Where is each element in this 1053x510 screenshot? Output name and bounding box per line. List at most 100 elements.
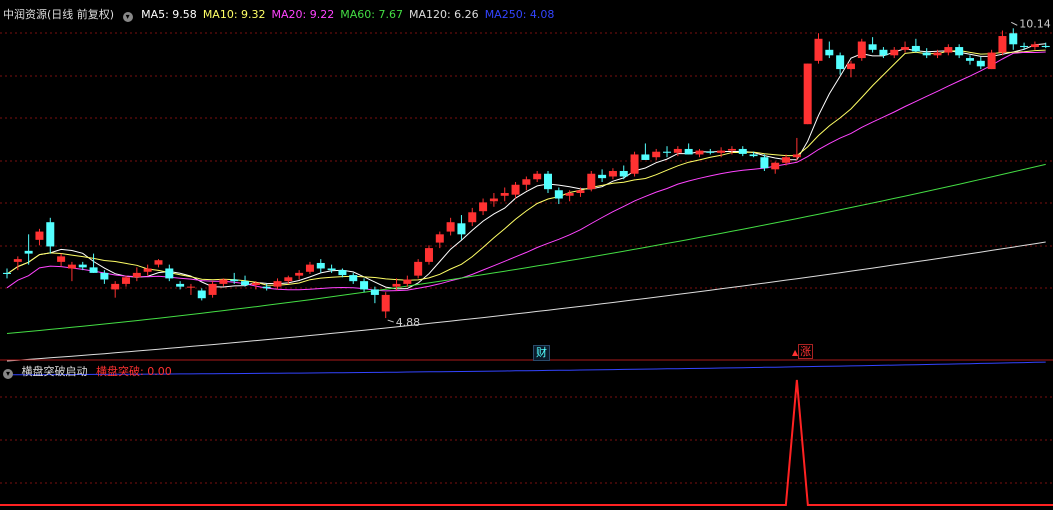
candle-body [944, 47, 953, 53]
candle[interactable] [706, 148, 715, 155]
candle[interactable] [922, 48, 931, 59]
candle[interactable] [111, 281, 120, 298]
candle-body [111, 283, 120, 290]
candle[interactable] [987, 49, 996, 70]
candle[interactable] [305, 261, 314, 274]
candle[interactable] [955, 44, 964, 59]
candle[interactable] [46, 217, 55, 254]
candle[interactable] [814, 33, 823, 64]
candle[interactable] [803, 63, 812, 125]
candle[interactable] [522, 176, 531, 191]
high-price-label: 10.14 [1019, 17, 1051, 30]
candle[interactable] [630, 151, 639, 177]
candle[interactable] [403, 275, 412, 287]
candle[interactable] [619, 165, 628, 180]
ma-legend-items: MA5: 9.58 MA10: 9.32 MA20: 9.22 MA60: 7.67 M… [141, 8, 560, 21]
kline-chart[interactable]: 10.14 4.88 [0, 0, 1053, 510]
candle[interactable] [1041, 42, 1050, 49]
candle[interactable] [641, 143, 650, 160]
candle[interactable] [316, 259, 325, 273]
candle[interactable] [489, 193, 498, 207]
candle[interactable] [446, 217, 455, 236]
candle-body [327, 268, 336, 271]
candle[interactable] [338, 268, 347, 278]
candle-body [349, 275, 358, 282]
candle[interactable] [67, 261, 76, 282]
candle[interactable] [890, 47, 899, 59]
finance-badge[interactable]: 财 [533, 345, 550, 361]
candle[interactable] [424, 245, 433, 265]
candle[interactable] [165, 264, 174, 282]
candle[interactable] [219, 278, 228, 287]
candle[interactable] [208, 281, 217, 298]
limit-up-label: 涨 [798, 344, 814, 359]
candle[interactable] [479, 198, 488, 216]
candle[interactable] [598, 169, 607, 182]
candle-body [922, 52, 931, 56]
candle[interactable] [154, 259, 163, 268]
candle[interactable] [414, 259, 423, 279]
ma-legend-item: MA5: 9.58 [141, 8, 197, 21]
candle[interactable] [1020, 42, 1029, 50]
limit-up-badge[interactable]: ▲ 涨 [790, 344, 815, 360]
candle[interactable] [500, 187, 509, 202]
candle[interactable] [792, 137, 801, 160]
candle[interactable] [468, 207, 477, 227]
candle-body [284, 277, 293, 282]
candle-body [381, 294, 390, 312]
candle[interactable] [122, 275, 131, 287]
candle[interactable] [857, 38, 866, 61]
candle[interactable] [554, 187, 563, 205]
candle[interactable] [998, 30, 1007, 56]
candle[interactable] [132, 267, 141, 282]
candle[interactable] [608, 168, 617, 180]
candle[interactable] [143, 264, 152, 276]
candle[interactable] [738, 146, 747, 157]
candle[interactable] [3, 268, 11, 279]
candle[interactable] [587, 170, 596, 192]
candle[interactable] [381, 292, 390, 319]
candle[interactable] [976, 56, 985, 70]
candle[interactable] [544, 170, 552, 194]
candle[interactable] [901, 41, 910, 53]
candle-body [143, 268, 152, 272]
indicator-name[interactable]: 横盘突破启动 [22, 365, 88, 378]
candle[interactable] [197, 288, 206, 301]
candle[interactable] [1009, 28, 1018, 50]
candle-body [641, 154, 650, 160]
candle[interactable] [868, 37, 877, 53]
candle[interactable] [370, 286, 379, 304]
candle[interactable] [349, 272, 358, 284]
candle[interactable] [771, 161, 780, 174]
candle[interactable] [944, 44, 953, 56]
candle-body [305, 264, 314, 272]
candle[interactable] [684, 143, 693, 155]
candle[interactable] [35, 228, 44, 246]
candle[interactable] [695, 148, 704, 158]
candle[interactable] [663, 146, 672, 158]
candle-body [868, 44, 877, 50]
low-price-label: 4.88 [396, 316, 421, 329]
main-legend: 中润资源(日线 前复权) ▾ MA5: 9.58 MA10: 9.32 MA20: … [3, 6, 565, 22]
chevron-down-icon[interactable]: ▾ [122, 12, 133, 22]
candle-body [803, 63, 812, 125]
candle-body [457, 223, 466, 235]
candle-body [911, 45, 920, 52]
candle[interactable] [825, 41, 834, 59]
candle[interactable] [295, 270, 304, 280]
candle[interactable] [457, 215, 466, 240]
candle[interactable] [57, 253, 66, 267]
candle[interactable] [1030, 41, 1039, 50]
chevron-down-icon[interactable]: ▾ [3, 369, 13, 379]
candle[interactable] [911, 38, 920, 53]
indicator-legend: ▾ 横盘突破启动 横盘突破: 0.00 [3, 363, 177, 379]
candle[interactable] [186, 283, 195, 295]
candle[interactable] [360, 278, 369, 293]
candlesticks[interactable] [3, 28, 1050, 319]
candle[interactable] [879, 47, 888, 59]
candle[interactable] [652, 148, 661, 160]
candle[interactable] [965, 55, 974, 65]
candle[interactable] [176, 281, 185, 290]
candle-body [554, 190, 563, 199]
candle[interactable] [533, 170, 542, 182]
